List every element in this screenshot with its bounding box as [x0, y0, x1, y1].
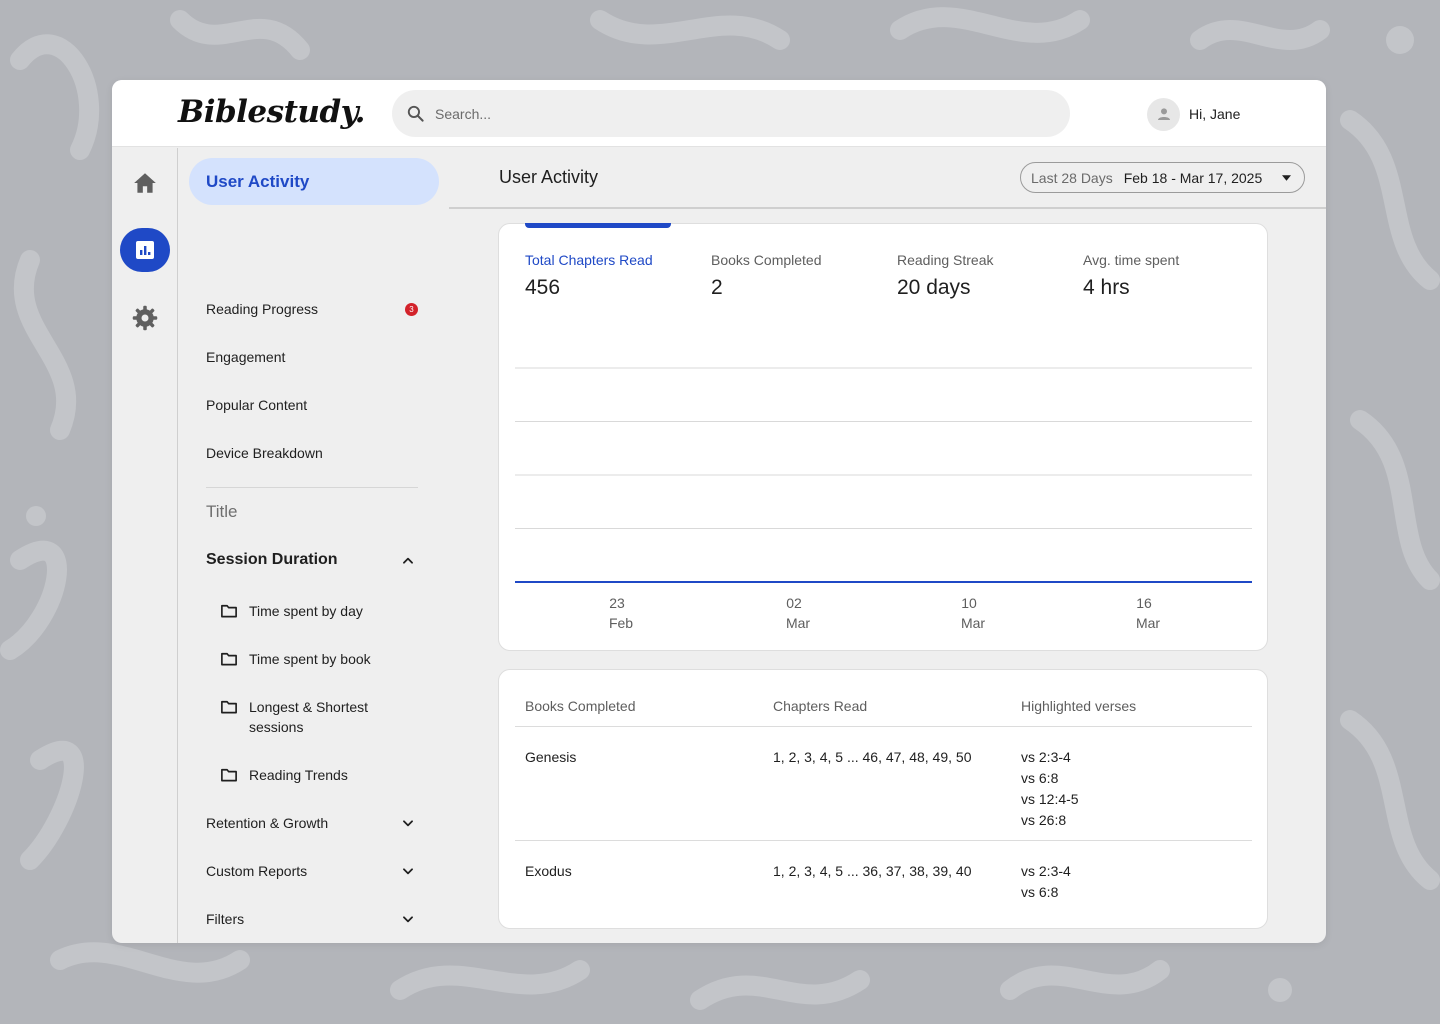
x-tick-day: 02 [786, 595, 802, 611]
verse-item: vs 2:3-4 [1021, 749, 1071, 765]
table-cell-book: Genesis [525, 749, 577, 765]
rail-settings-button[interactable] [120, 296, 170, 340]
page-title: User Activity [499, 167, 599, 187]
x-tick-day: 23 [609, 595, 625, 611]
nav-subitem-time-by-day[interactable]: Time spent by day [220, 601, 389, 621]
table-header-books: Books Completed [525, 698, 636, 714]
subitem-label: Time spent by book [249, 651, 371, 667]
top-bar: Biblestudy. Hi, Jane [112, 80, 1326, 147]
nav-group-filters[interactable]: Filters [206, 909, 421, 929]
activity-chart-card: Total Chapters Read 456 Books Completed … [498, 223, 1268, 651]
search-icon [407, 105, 424, 122]
table-divider [515, 726, 1252, 727]
chevron-up-icon[interactable] [401, 554, 415, 568]
nav-group-retention-growth[interactable]: Retention & Growth [206, 813, 421, 833]
nav-divider [206, 487, 418, 488]
table-cell-book: Exodus [525, 863, 572, 879]
verse-item: vs 26:8 [1021, 812, 1067, 828]
nav-item-device-breakdown[interactable]: Device Breakdown [206, 443, 421, 463]
gear-icon [132, 305, 158, 331]
x-tick-day: 16 [1136, 595, 1152, 611]
x-tick-month: Feb [609, 615, 633, 631]
verse-item: vs 2:3-4 [1021, 863, 1071, 879]
date-range-label: Last 28 Days [1031, 169, 1113, 186]
caret-down-icon [1282, 175, 1291, 181]
chevron-down-icon[interactable] [401, 912, 415, 926]
nav-item-reading-progress[interactable]: Reading Progress [206, 299, 421, 319]
folder-icon [221, 768, 237, 782]
home-icon [134, 173, 156, 193]
nav-item-popular-content[interactable]: Popular Content [206, 395, 421, 415]
table-cell-verses: vs 2:3-4 vs 6:8 [1021, 861, 1071, 903]
line-chart: 23 Feb 02 Mar 10 Mar 16 Mar [515, 367, 1252, 631]
table-cell-verses: vs 2:3-4 vs 6:8 vs 12:4-5 vs 26:8 [1021, 747, 1079, 831]
icon-rail [112, 148, 178, 943]
chevron-down-icon[interactable] [401, 816, 415, 830]
x-tick-month: Mar [786, 615, 810, 631]
chevron-down-icon[interactable] [401, 864, 415, 878]
main-header: User Activity Last 28 Days Feb 18 - Mar … [449, 148, 1326, 209]
folder-icon [221, 604, 237, 618]
books-table-card: Books Completed Chapters Read Highlighte… [498, 669, 1268, 929]
table-header-verses: Highlighted verses [1021, 698, 1137, 714]
nav-group-session-duration[interactable]: Session Duration [206, 551, 338, 569]
subitem-label: Longest & Shortest sessions [249, 699, 369, 735]
nav-item-engagement[interactable]: Engagement [206, 347, 421, 367]
user-menu[interactable]: Hi, Jane [1147, 97, 1240, 131]
nav-subitem-longest-shortest[interactable]: Longest & Shortest sessions [220, 697, 389, 737]
analytics-icon [136, 241, 154, 259]
search-input[interactable] [435, 102, 1035, 126]
app-logo[interactable]: Biblestudy. [178, 94, 365, 130]
date-range-value: Feb 18 - Mar 17, 2025 [1123, 169, 1263, 186]
user-avatar-icon [1157, 108, 1170, 120]
table-header-chapters: Chapters Read [773, 698, 868, 714]
verse-item: vs 6:8 [1021, 770, 1059, 786]
date-range-selector[interactable]: Last 28 Days Feb 18 - Mar 17, 2025 [1020, 162, 1305, 193]
folder-icon [221, 652, 237, 666]
search-bar[interactable] [392, 90, 1070, 137]
table-cell-chapters: 1, 2, 3, 4, 5 ... 36, 37, 38, 39, 40 [773, 863, 972, 879]
rail-home-button[interactable] [120, 161, 170, 205]
x-tick-day: 10 [961, 595, 977, 611]
table-cell-chapters: 1, 2, 3, 4, 5 ... 46, 47, 48, 49, 50 [773, 749, 972, 765]
side-navigation: User Activity Reading Progress 3 Engagem… [179, 148, 449, 943]
subitem-label: Time spent by day [249, 603, 363, 619]
table-divider [515, 840, 1252, 841]
verse-item: vs 6:8 [1021, 884, 1059, 900]
nav-subitem-reading-trends[interactable]: Reading Trends [220, 765, 389, 785]
app-window: Biblestudy. Hi, Jane [112, 80, 1326, 943]
nav-section-title: Title [206, 502, 238, 521]
nav-group-custom-reports[interactable]: Custom Reports [206, 861, 421, 881]
rail-analytics-button[interactable] [120, 228, 170, 272]
nav-item-user-activity[interactable]: User Activity [189, 158, 439, 205]
user-greeting: Hi, Jane [1189, 106, 1241, 122]
folder-icon [221, 700, 237, 714]
x-tick-month: Mar [1136, 615, 1160, 631]
verse-item: vs 12:4-5 [1021, 791, 1079, 807]
x-tick-month: Mar [961, 615, 985, 631]
nav-subitem-time-by-book[interactable]: Time spent by book [220, 649, 389, 669]
avatar[interactable] [1147, 97, 1180, 131]
subitem-label: Reading Trends [249, 767, 348, 783]
notification-badge: 3 [405, 303, 418, 316]
